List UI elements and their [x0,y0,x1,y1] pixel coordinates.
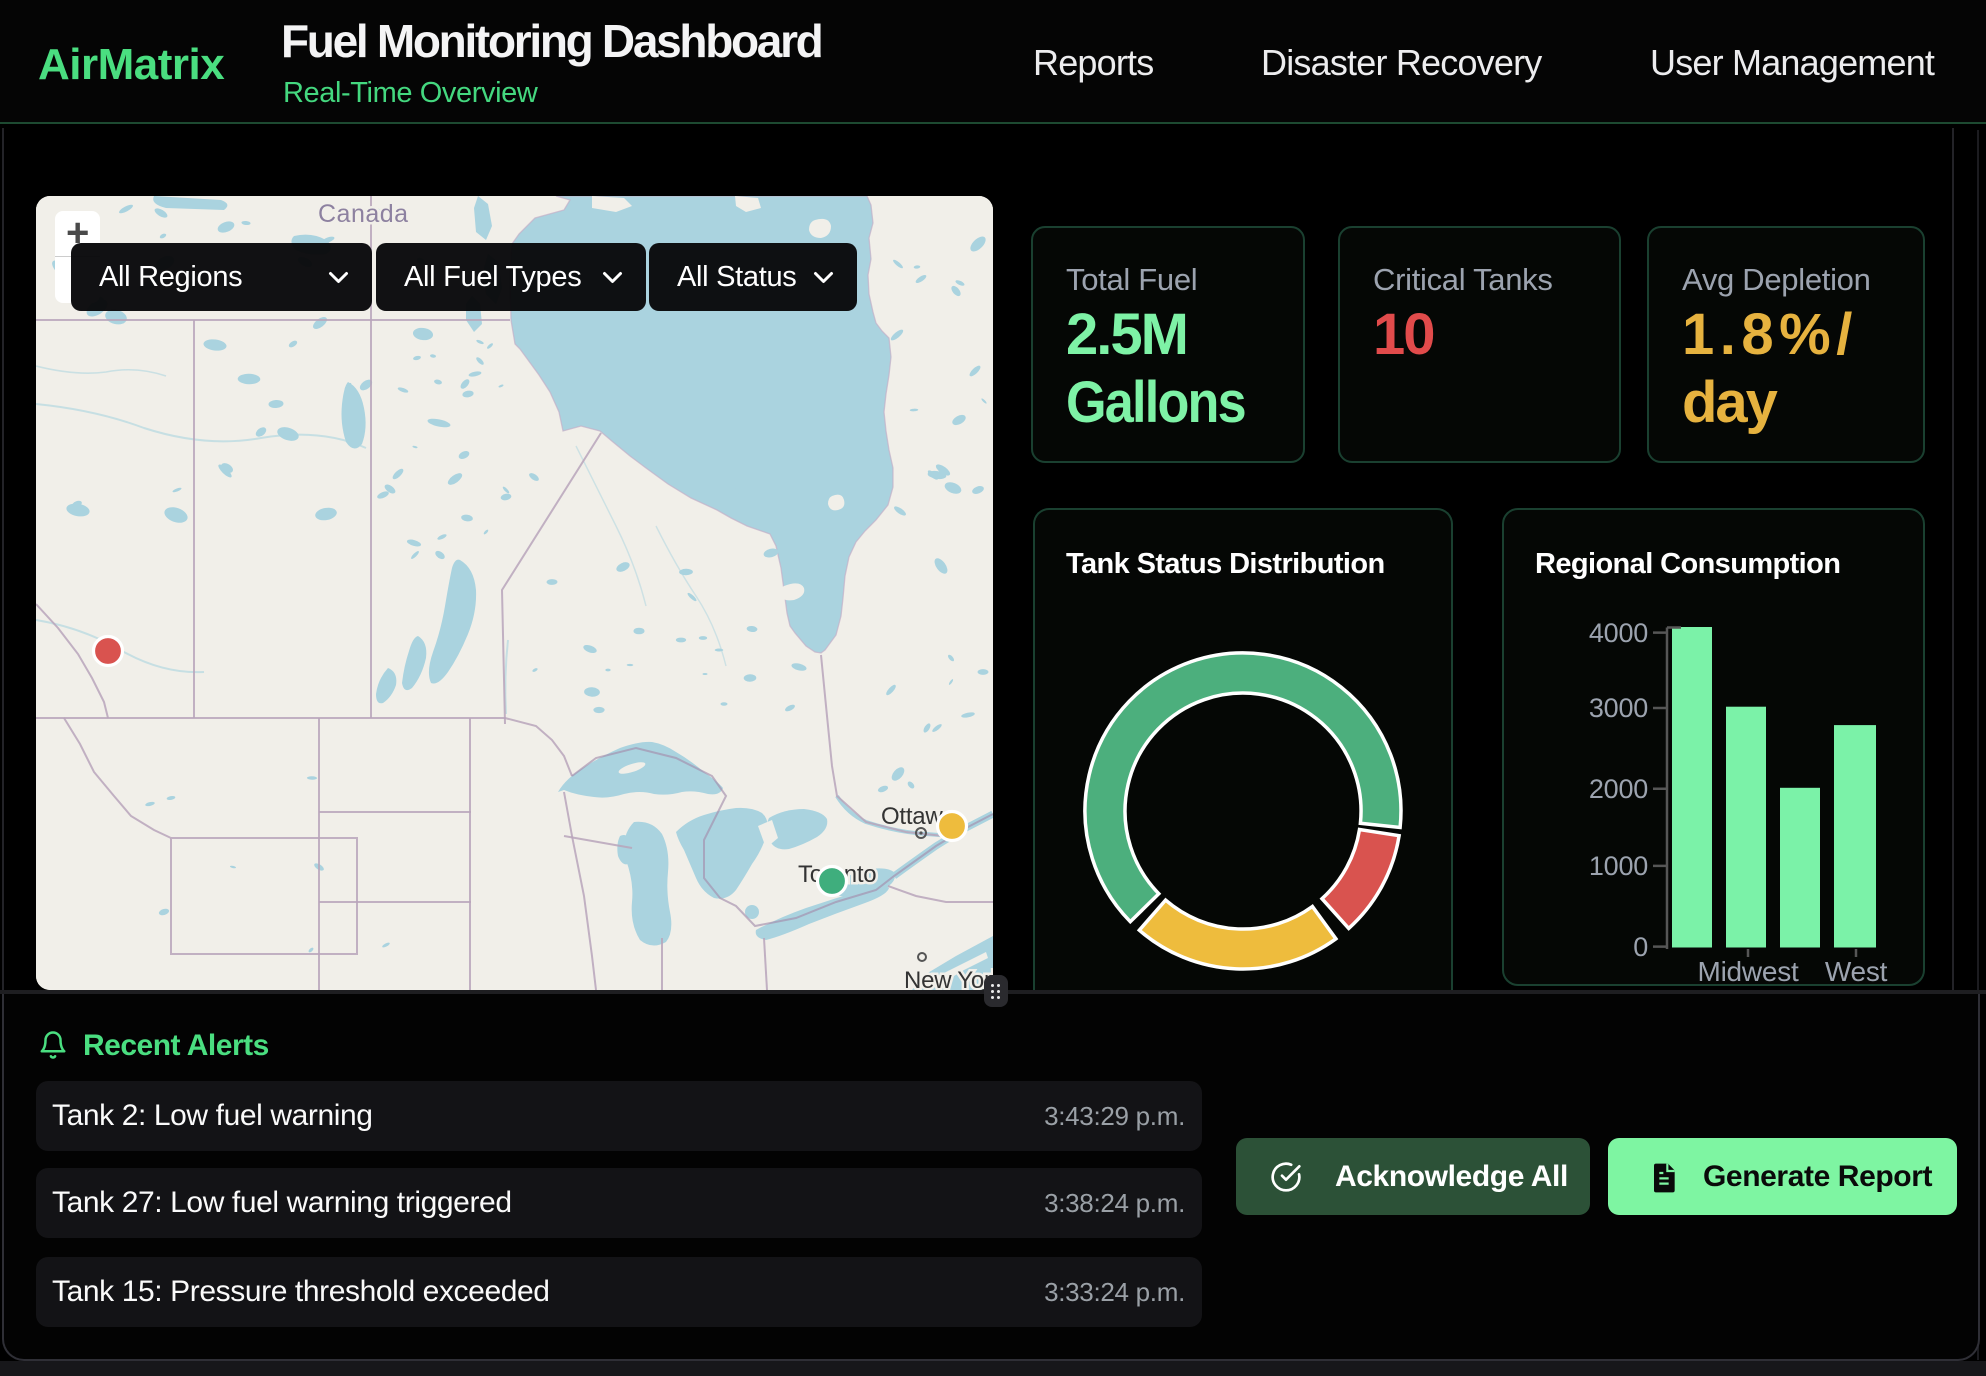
svg-text:Canada: Canada [318,200,409,228]
svg-text:2000: 2000 [1589,774,1648,804]
svg-text:4000: 4000 [1589,618,1648,648]
svg-text:3000: 3000 [1589,693,1648,723]
svg-text:1000: 1000 [1589,851,1648,881]
svg-text:Midwest: Midwest [1697,956,1798,987]
svg-text:0: 0 [1633,932,1648,962]
svg-text:West: West [1825,956,1888,987]
svg-text:New York: New York [904,967,993,990]
